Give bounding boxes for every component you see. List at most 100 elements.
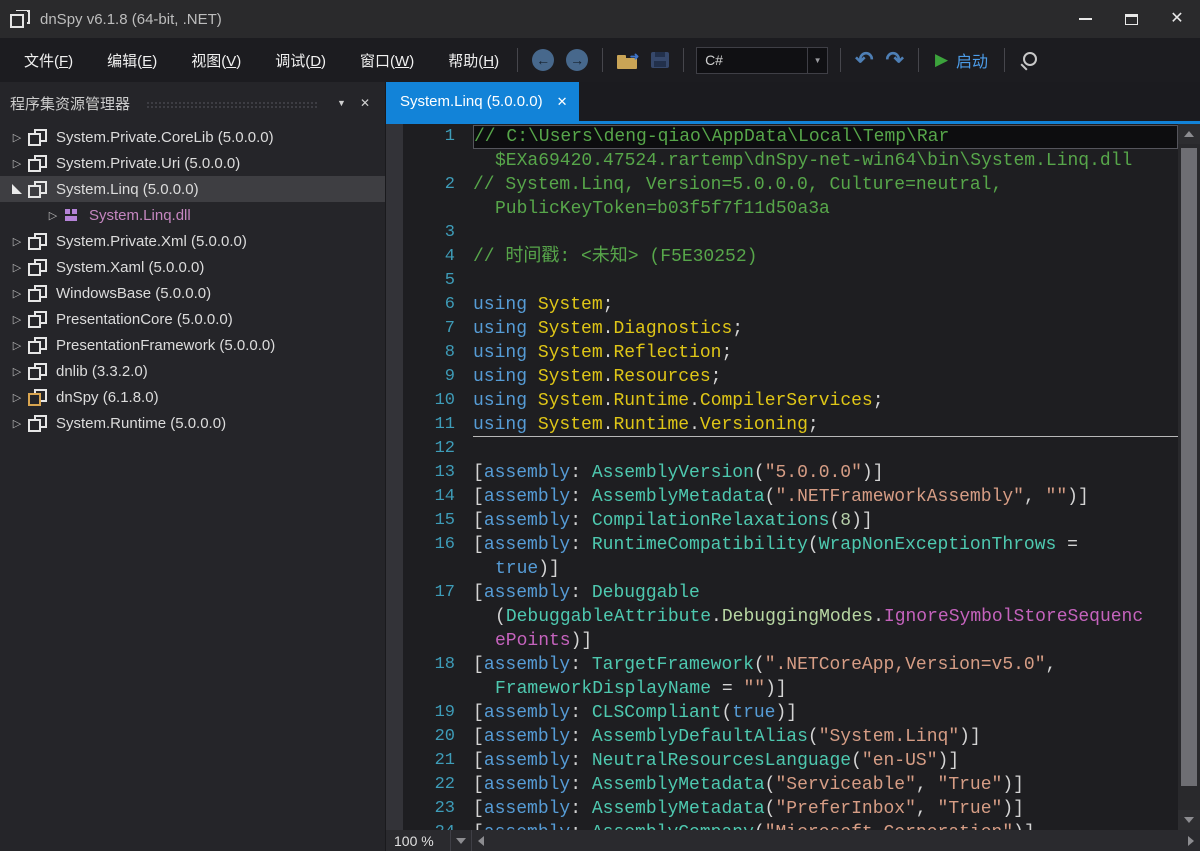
code-row: 7using System.Diagnostics; bbox=[403, 317, 1178, 341]
code-text: [assembly: AssemblyVersion("5.0.0.0")] bbox=[473, 461, 1178, 485]
panel-title: 程序集资源管理器 bbox=[10, 93, 130, 114]
assembly-icon bbox=[28, 337, 47, 354]
save-icon bbox=[651, 52, 669, 68]
glyph-margin bbox=[386, 124, 403, 830]
tree-item[interactable]: ▷System.Private.CoreLib (5.0.0.0) bbox=[0, 124, 385, 150]
code-row: 17[assembly: Debuggable bbox=[403, 581, 1178, 605]
tree-item[interactable]: ▷System.Private.Uri (5.0.0.0) bbox=[0, 150, 385, 176]
line-number: 6 bbox=[403, 293, 473, 317]
assembly-icon bbox=[28, 181, 47, 198]
redo-icon: ↷ bbox=[886, 49, 904, 71]
arrow-right-icon: → bbox=[570, 52, 584, 68]
tree-item[interactable]: ▷System.Linq.dll bbox=[0, 202, 385, 228]
toolbar-separator bbox=[840, 48, 841, 72]
editor-status-bar: 100 % bbox=[386, 830, 1200, 851]
expander-icon[interactable]: ▷ bbox=[8, 131, 26, 144]
expander-icon[interactable]: ▷ bbox=[8, 261, 26, 274]
triangle-down-icon bbox=[1184, 817, 1194, 823]
code-text: using System.Runtime.CompilerServices; bbox=[473, 389, 1178, 413]
code-row: 13[assembly: AssemblyVersion("5.0.0.0")] bbox=[403, 461, 1178, 485]
assembly-tree: ▷System.Private.CoreLib (5.0.0.0)▷System… bbox=[0, 124, 385, 851]
code-row: 4// 时间戳: <未知> (F5E30252) bbox=[403, 245, 1178, 269]
main-area: 程序集资源管理器 ▼ ✕ ▷System.Private.CoreLib (5.… bbox=[0, 82, 1200, 851]
tree-item[interactable]: ▷System.Runtime (5.0.0.0) bbox=[0, 410, 385, 436]
menu-bar: 文件(F) 编辑(E) 视图(V) 调试(D) 窗口(W) 帮助(H) bbox=[0, 44, 509, 77]
tab-close-icon[interactable]: ✕ bbox=[557, 94, 568, 110]
scroll-left-button[interactable] bbox=[478, 836, 484, 846]
tree-item[interactable]: System.Linq (5.0.0.0) bbox=[0, 176, 385, 202]
close-button[interactable]: ✕ bbox=[1154, 0, 1200, 38]
menu-w[interactable]: 窗口(W) bbox=[350, 44, 424, 77]
code-row: 18[assembly: TargetFramework(".NETCoreAp… bbox=[403, 653, 1178, 677]
code-text: [assembly: AssemblyMetadata("Serviceable… bbox=[473, 773, 1178, 797]
zoom-dropdown-button[interactable] bbox=[450, 830, 472, 851]
undo-button[interactable]: ↶ bbox=[855, 49, 873, 71]
tree-item[interactable]: ▷dnlib (3.3.2.0) bbox=[0, 358, 385, 384]
open-file-button[interactable]: ➜ bbox=[617, 52, 639, 69]
tree-item-label: PresentationCore (5.0.0.0) bbox=[56, 311, 233, 328]
code-row: 21[assembly: NeutralResourcesLanguage("e… bbox=[403, 749, 1178, 773]
menu-h[interactable]: 帮助(H) bbox=[438, 44, 509, 77]
expander-icon[interactable]: ▷ bbox=[8, 365, 26, 378]
redo-button[interactable]: ↷ bbox=[886, 49, 904, 71]
line-number: 15 bbox=[403, 509, 473, 533]
line-number bbox=[403, 677, 473, 701]
code-row: 2// System.Linq, Version=5.0.0.0, Cultur… bbox=[403, 173, 1178, 197]
tree-item[interactable]: ▷System.Private.Xml (5.0.0.0) bbox=[0, 228, 385, 254]
maximize-button[interactable] bbox=[1108, 0, 1154, 38]
assembly-icon bbox=[28, 259, 47, 276]
menu-d[interactable]: 调试(D) bbox=[265, 44, 336, 77]
menu-e[interactable]: 编辑(E) bbox=[97, 44, 167, 77]
language-combobox[interactable]: C# ▼ bbox=[696, 47, 828, 74]
tree-item-label: PresentationFramework (5.0.0.0) bbox=[56, 337, 275, 354]
tree-item[interactable]: ▷ PresentationCore (5.0.0.0) bbox=[0, 306, 385, 332]
minimize-icon bbox=[1079, 18, 1092, 20]
menu-f[interactable]: 文件(F) bbox=[14, 44, 83, 77]
expander-icon[interactable]: ▷ bbox=[8, 339, 26, 352]
line-number: 8 bbox=[403, 341, 473, 365]
line-number: 11 bbox=[403, 413, 473, 437]
tree-item[interactable]: ▷ PresentationFramework (5.0.0.0) bbox=[0, 332, 385, 358]
expander-icon[interactable]: ▷ bbox=[8, 235, 26, 248]
expander-icon[interactable]: ▷ bbox=[8, 417, 26, 430]
vertical-scrollbar[interactable] bbox=[1178, 124, 1200, 830]
panel-close-button[interactable]: ✕ bbox=[353, 94, 377, 112]
expander-icon[interactable]: ▷ bbox=[8, 391, 26, 404]
minimize-button[interactable] bbox=[1062, 0, 1108, 38]
code-row: 12 bbox=[403, 437, 1178, 461]
save-all-button[interactable] bbox=[651, 52, 669, 68]
vertical-scrollbar-thumb[interactable] bbox=[1181, 148, 1197, 786]
expander-icon[interactable]: ▷ bbox=[8, 157, 26, 170]
code-row: 11using System.Runtime.Versioning; bbox=[403, 413, 1178, 437]
close-icon: ✕ bbox=[1170, 11, 1183, 27]
scroll-up-button[interactable] bbox=[1178, 124, 1200, 144]
expander-icon[interactable] bbox=[8, 184, 26, 194]
tree-item[interactable]: ▷System.Xaml (5.0.0.0) bbox=[0, 254, 385, 280]
chevron-down-icon[interactable]: ▼ bbox=[807, 48, 827, 73]
scroll-down-button[interactable] bbox=[1178, 810, 1200, 830]
maximize-icon bbox=[1125, 14, 1138, 25]
code-text: using System.Runtime.Versioning; bbox=[473, 413, 1178, 437]
code-row: 1// C:\Users\deng-qiao\AppData\Local\Tem… bbox=[403, 125, 1178, 149]
tab-system-linq[interactable]: System.Linq (5.0.0.0) ✕ bbox=[386, 82, 579, 121]
tree-item[interactable]: ▷ dnSpy (6.1.8.0) bbox=[0, 384, 385, 410]
tree-item[interactable]: ▷WindowsBase (5.0.0.0) bbox=[0, 280, 385, 306]
zoom-level-selector[interactable]: 100 % bbox=[386, 830, 450, 851]
expander-icon[interactable]: ▷ bbox=[8, 287, 26, 300]
line-number: 12 bbox=[403, 437, 473, 461]
horizontal-scrollbar[interactable] bbox=[472, 830, 1200, 851]
expander-icon[interactable]: ▷ bbox=[44, 209, 62, 222]
expander-icon[interactable]: ▷ bbox=[8, 313, 26, 326]
start-debugging-button[interactable]: ▶ 启动 bbox=[935, 48, 988, 72]
tree-item-label: dnSpy (6.1.8.0) bbox=[56, 389, 159, 406]
code-text bbox=[473, 269, 1178, 293]
navigate-back-button[interactable]: ← bbox=[532, 49, 554, 71]
panel-menu-button[interactable]: ▼ bbox=[330, 96, 353, 110]
search-button[interactable] bbox=[1019, 50, 1039, 70]
navigate-forward-button[interactable]: → bbox=[566, 49, 588, 71]
line-number: 4 bbox=[403, 245, 473, 269]
scroll-right-button[interactable] bbox=[1188, 836, 1194, 846]
menu-toolbar: 文件(F) 编辑(E) 视图(V) 调试(D) 窗口(W) 帮助(H) ← → ➜ C# … bbox=[0, 38, 1200, 82]
code-editor[interactable]: 1// C:\Users\deng-qiao\AppData\Local\Tem… bbox=[403, 124, 1178, 830]
menu-v[interactable]: 视图(V) bbox=[181, 44, 251, 77]
